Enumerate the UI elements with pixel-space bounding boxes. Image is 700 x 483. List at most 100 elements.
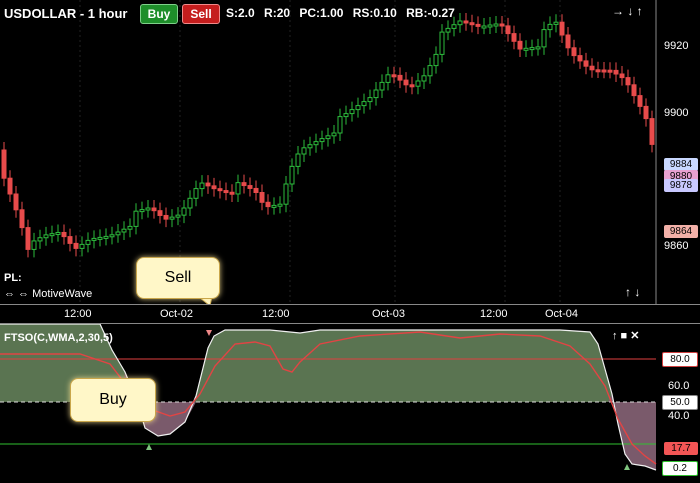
price-tick: 9920 (664, 40, 689, 52)
candle-body (541, 29, 547, 48)
candle-body (79, 243, 85, 249)
candle-body (367, 97, 373, 103)
price-panel[interactable]: USDOLLAR - 1 hour Buy Sell S:2.0 R:20 PC… (0, 0, 700, 307)
candle-body (127, 225, 133, 230)
candle-body (325, 135, 331, 140)
stat-rb: RB:-0.27 (406, 6, 455, 20)
price-tag: 9864 (664, 225, 698, 238)
candle-body (211, 185, 217, 190)
logo-text: MotiveWave (32, 288, 93, 300)
candle-body (331, 132, 337, 137)
candle-body (91, 237, 97, 241)
logo-arrows-icon: ⇔ ⇔ (4, 288, 33, 300)
candle-body (271, 204, 277, 208)
osc-tag: 0.2 (662, 461, 698, 476)
candle-body (577, 55, 583, 62)
candle-body (421, 75, 427, 82)
candle-body (217, 188, 223, 192)
candle-body (475, 23, 481, 27)
sell-button[interactable]: Sell (182, 4, 220, 24)
oscillator-controls[interactable]: ↑ ■ ✕ (612, 329, 639, 342)
motivewave-logo: ⇔ ⇔ MotiveWave (4, 288, 92, 300)
candle-body (205, 182, 211, 187)
candle-body (607, 69, 613, 73)
candle-body (349, 109, 355, 115)
candle-body (355, 105, 361, 111)
stat-rs: RS:0.10 (352, 6, 397, 20)
candle-body (7, 177, 13, 195)
candle-body (73, 242, 79, 249)
candle-body (385, 74, 391, 83)
candle-body (199, 182, 205, 190)
buy-marker-icon (146, 444, 152, 450)
candle-body (397, 74, 403, 81)
candle-body (253, 187, 259, 193)
oscillator-title: FTSO(C,WMA,2,30,5) (4, 332, 113, 344)
sell-marker-icon (206, 330, 212, 336)
candle-body (439, 31, 445, 55)
candle-body (307, 144, 313, 149)
candle-body (337, 116, 343, 134)
candle-body (517, 40, 523, 50)
candle-body (313, 141, 319, 146)
buy-marker-icon (624, 464, 630, 470)
candle-body (445, 27, 451, 33)
candle-body (595, 69, 601, 73)
price-chart[interactable] (0, 0, 700, 307)
candle-body (565, 34, 571, 49)
pl-label: PL: (4, 272, 22, 284)
time-label: 12:00 (262, 308, 290, 320)
candle-body (601, 69, 607, 73)
candle-body (637, 95, 643, 107)
candle-body (373, 89, 379, 99)
candle-body (157, 210, 163, 216)
scroll-arrows[interactable]: ↑ ↓ (625, 285, 640, 299)
candle-body (391, 74, 397, 78)
candle-body (559, 21, 565, 36)
sell-callout: Sell (136, 257, 220, 299)
candle-body (379, 81, 385, 91)
candle-body (145, 207, 151, 211)
candle-body (289, 165, 295, 185)
osc-tick: 40.0 (668, 410, 690, 422)
candle-body (493, 23, 499, 27)
candle-body (37, 237, 43, 242)
buy-button[interactable]: Buy (140, 4, 178, 24)
candle-body (181, 207, 187, 216)
candle-body (31, 240, 37, 250)
candle-body (193, 188, 199, 199)
candle-body (463, 20, 469, 24)
candle-body (529, 47, 535, 51)
candle-body (187, 197, 193, 209)
panel-nav-arrows[interactable]: → ↓ ↑ (612, 4, 643, 18)
candle-body (427, 65, 433, 77)
candle-body (499, 23, 505, 27)
candle-body (619, 73, 625, 79)
candle-body (553, 21, 559, 25)
candle-body (1, 149, 7, 179)
stat-s: S:2.0 (226, 6, 255, 20)
candle-body (505, 25, 511, 35)
candle-body (259, 192, 265, 203)
time-label: 12:00 (64, 308, 92, 320)
candle-body (175, 214, 181, 218)
candle-body (103, 235, 109, 239)
candle-body (589, 65, 595, 71)
candle-body (97, 236, 103, 240)
candle-body (223, 190, 229, 194)
candle-body (19, 209, 25, 229)
candle-body (67, 236, 73, 244)
osc-tag: 17.7 (664, 442, 698, 455)
candle-body (487, 24, 493, 28)
candle-body (283, 183, 289, 205)
candle-body (265, 201, 271, 208)
time-axis[interactable] (0, 304, 700, 324)
candle-body (481, 25, 487, 29)
candle-body (247, 185, 253, 189)
candle-body (649, 118, 655, 145)
candle-body (409, 84, 415, 88)
price-tag: 9878 (664, 179, 698, 192)
buy-callout: Buy (70, 378, 156, 422)
chart-window: USDOLLAR - 1 hour Buy Sell S:2.0 R:20 PC… (0, 0, 700, 478)
time-label: Oct-02 (160, 308, 194, 320)
